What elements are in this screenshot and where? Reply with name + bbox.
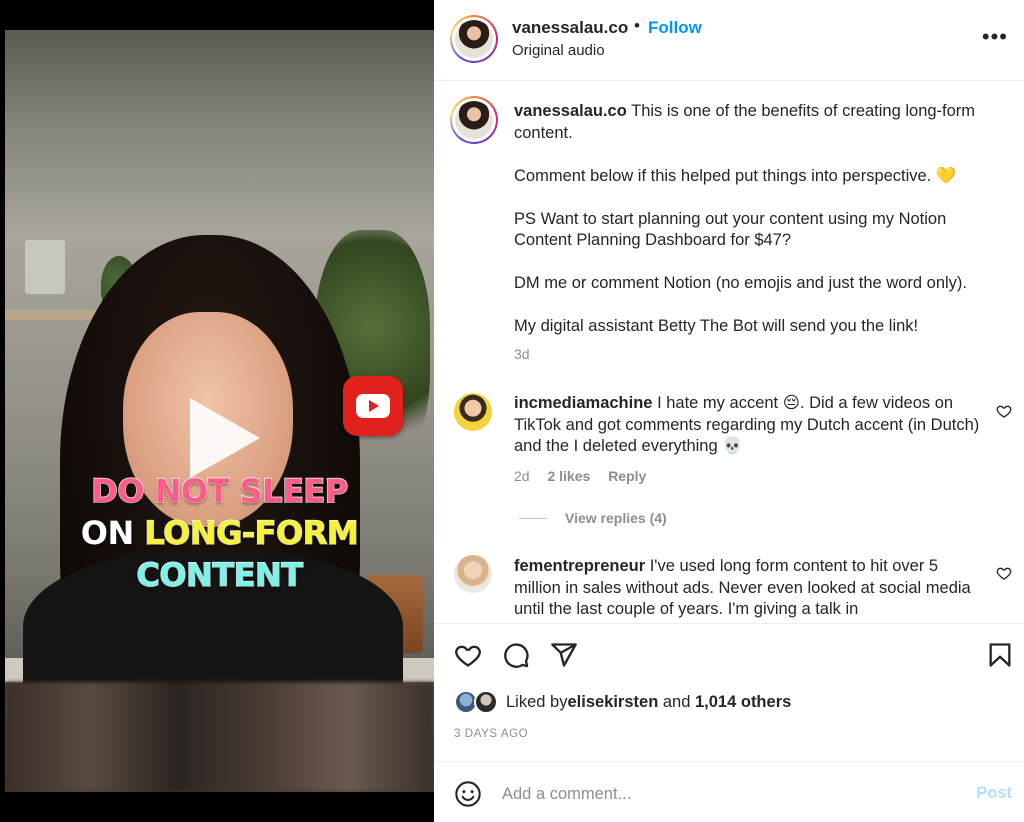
overlay-line-2: ON LONG-FORM [80,513,360,552]
likes-others[interactable]: 1,014 others [695,693,791,712]
comment-like-icon[interactable] [996,403,1012,419]
video-blur-strip [5,682,434,792]
view-replies-label: View replies (4) [565,510,667,526]
caption-paragraph: PS Want to start planning out your conte… [514,209,947,250]
video-frame[interactable]: DO NOT SLEEP ON LONG-FORM CONTENT [5,30,434,792]
post-caption: vanessalau.co This is one of the benefit… [514,101,994,359]
comment-like-icon[interactable] [996,565,1012,581]
comment-body: incmediamachine I hate my accent 😔. Did … [514,393,984,458]
overlay-line-1: DO NOT SLEEP [91,471,349,511]
post-comment-button[interactable]: Post [976,784,1012,803]
likes-summary[interactable]: Liked by elisekirsten and 1,014 others [454,690,791,714]
likes-middle: and [658,692,695,711]
caption-timestamp[interactable]: 3d [514,346,530,362]
view-replies-line [519,517,547,519]
commenter-avatar[interactable] [454,555,492,593]
comment-bubble-icon[interactable] [502,641,530,669]
comment-body: fementrepreneur I've used long form cont… [514,556,984,621]
liker-avatars [454,690,504,714]
commenter-username[interactable]: incmediamachine [514,394,652,412]
comments-list[interactable]: vanessalau.co This is one of the benefit… [434,81,1024,623]
author-avatar[interactable] [450,15,498,63]
author-username[interactable]: vanessalau.co [512,18,628,38]
youtube-icon [343,376,403,436]
caption-paragraph: DM me or comment Notion (no emojis and j… [514,274,968,292]
follow-button[interactable]: Follow [648,18,702,38]
comment-input[interactable] [502,780,942,808]
comment-meta: 2d 2 likes Reply [514,468,660,484]
post-header: vanessalau.co • Follow Original audio ••… [434,0,1024,81]
post-actions: Liked by elisekirsten and 1,014 others 3… [434,623,1024,761]
view-replies-button[interactable]: View replies (4) [519,510,667,526]
overlay-line-3: CONTENT [136,555,304,594]
share-send-icon[interactable] [550,641,578,669]
post-date[interactable]: 3 DAYS AGO [454,728,528,740]
comment-timestamp[interactable]: 2d [514,468,530,484]
more-options-icon[interactable]: ••• [982,26,1008,48]
caption-paragraph: Comment below if this helped put things … [514,166,957,185]
liker-avatar [474,690,498,714]
caption-author-avatar[interactable] [450,96,498,144]
commenter-avatar[interactable] [454,393,492,431]
liker-username[interactable]: elisekirsten [567,693,658,712]
post-detail-panel: vanessalau.co • Follow Original audio ••… [434,0,1024,822]
video-wall-plaque [25,240,65,294]
commenter-username[interactable]: fementrepreneur [514,557,645,575]
emoji-icon[interactable] [454,780,482,808]
add-comment-bar: Post [434,761,1024,822]
video-text-overlay: DO NOT SLEEP ON LONG-FORM CONTENT [5,470,434,596]
separator-dot: • [634,16,640,35]
original-audio-link[interactable]: Original audio [512,42,605,59]
likes-prefix: Liked by [506,692,568,711]
caption-paragraph: My digital assistant Betty The Bot will … [514,317,919,335]
like-heart-icon[interactable] [454,641,482,669]
reply-button[interactable]: Reply [608,468,646,484]
save-bookmark-icon[interactable] [986,641,1014,669]
caption-username[interactable]: vanessalau.co [514,102,627,120]
post-media[interactable]: DO NOT SLEEP ON LONG-FORM CONTENT [0,0,434,822]
comment-likes-count[interactable]: 2 likes [547,468,590,484]
play-icon[interactable] [190,398,260,478]
